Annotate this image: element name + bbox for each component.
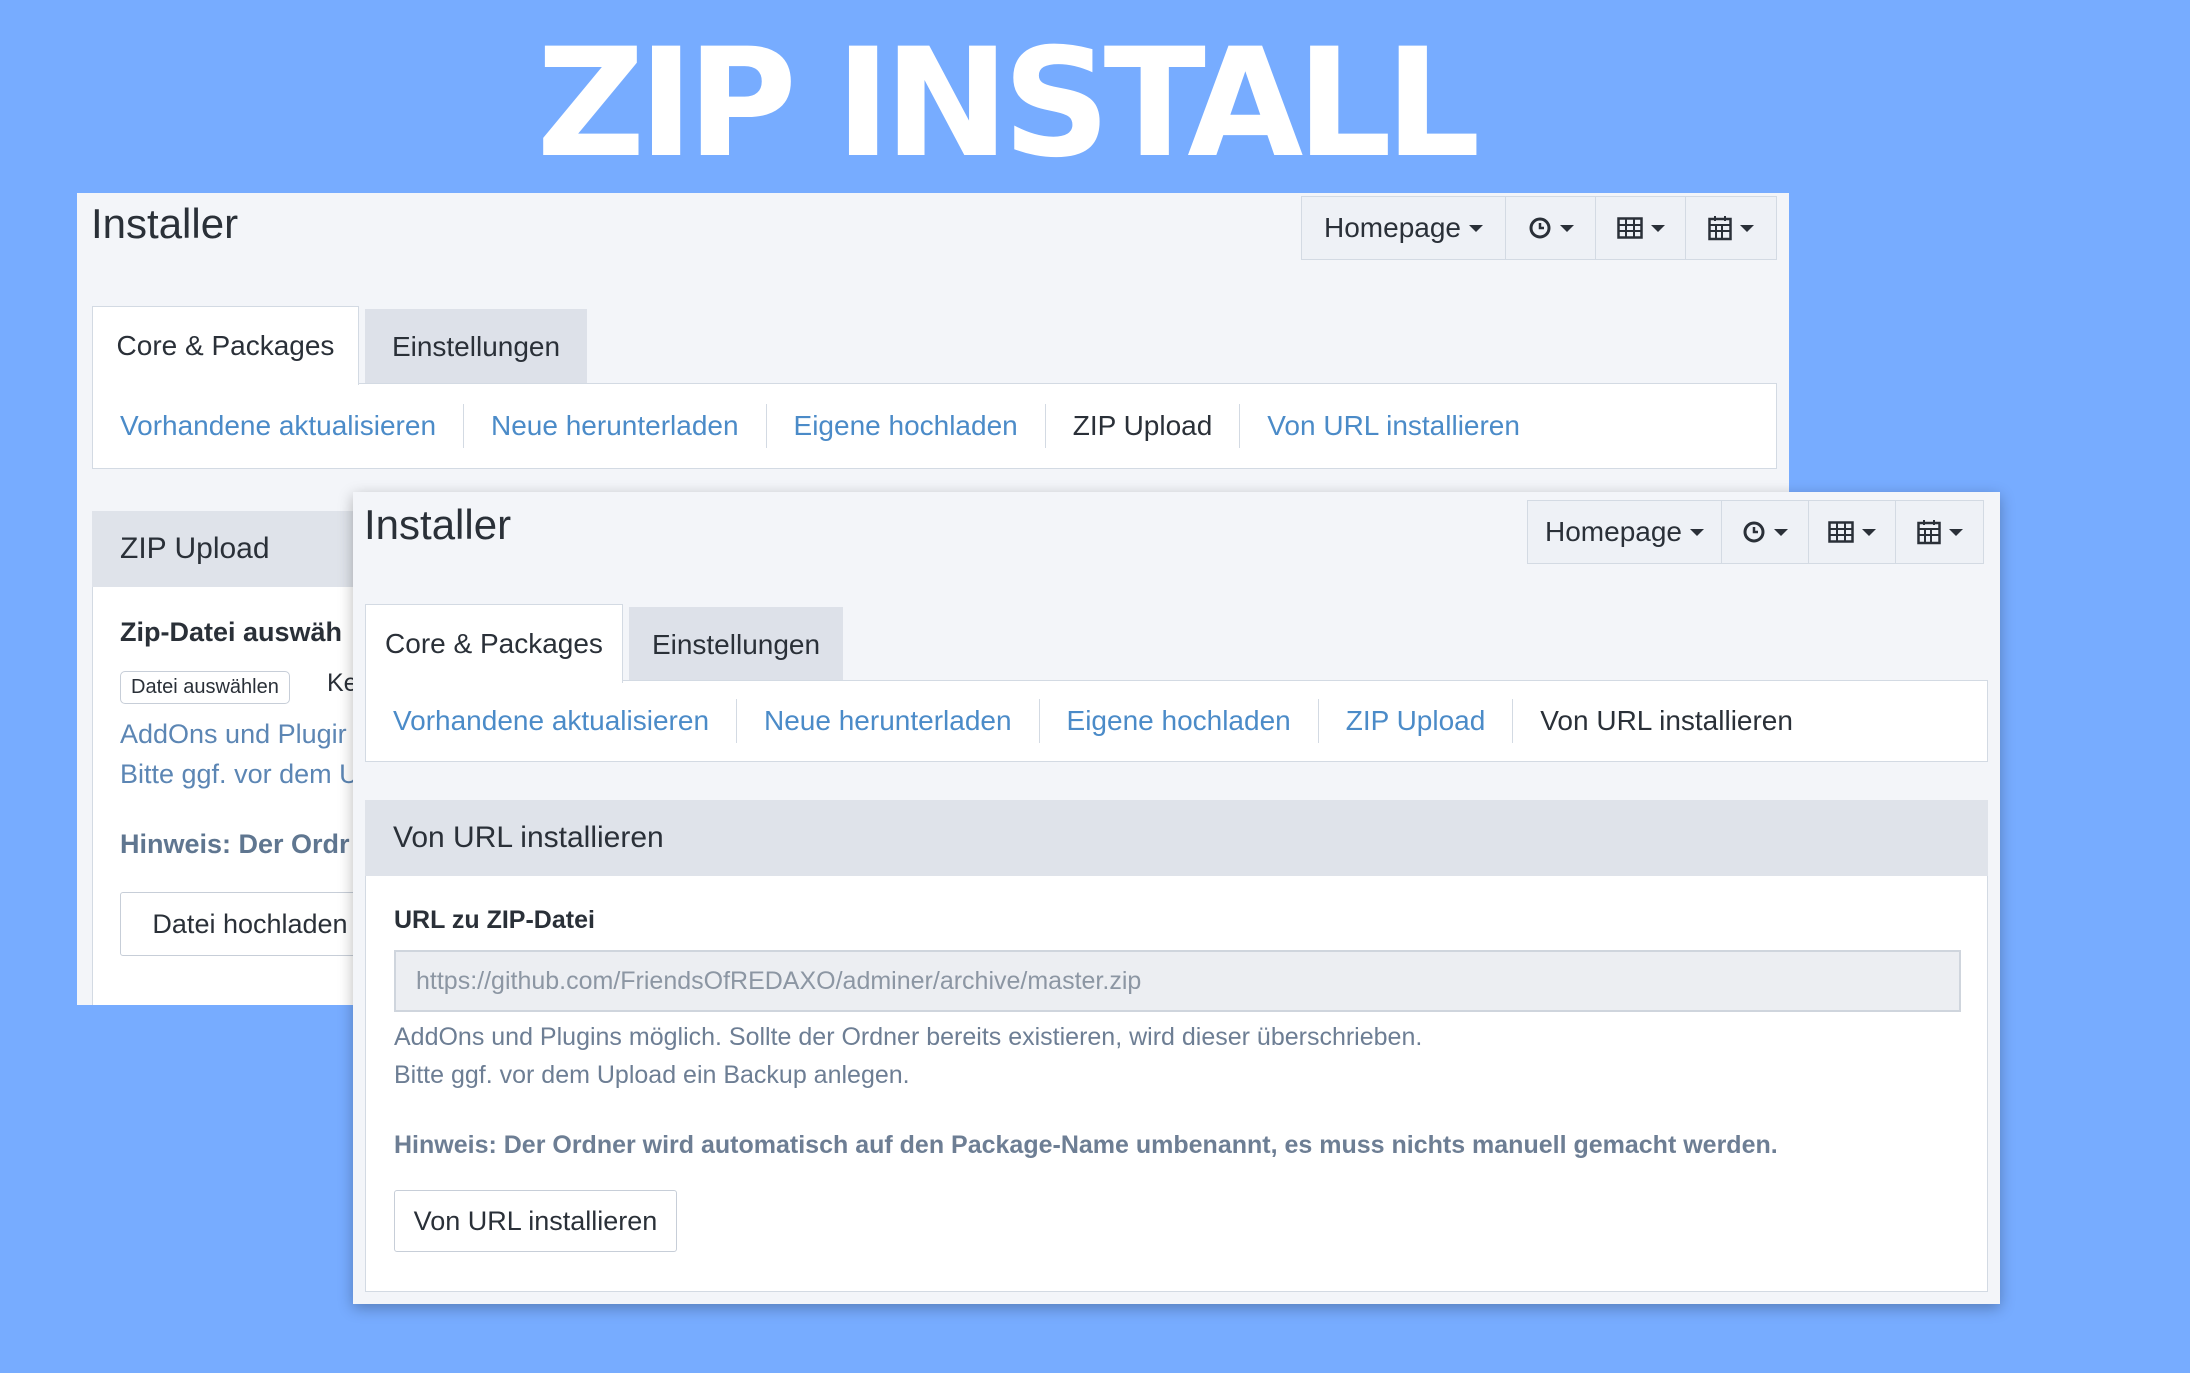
toolbar-button-group: Homepage: [1527, 500, 1984, 564]
subnav-neue-herunterladen[interactable]: Neue herunterladen: [737, 699, 1040, 743]
clock-icon: [1743, 521, 1765, 543]
main-tabs: Core & Packages Einstellungen: [365, 604, 849, 683]
tab-core-packages[interactable]: Core & Packages: [365, 604, 623, 683]
history-dropdown-button[interactable]: [1722, 501, 1809, 563]
installer-subnav: Vorhandene aktualisieren Neue herunterla…: [365, 680, 1988, 762]
panel-heading: Von URL installieren: [365, 800, 1988, 876]
caret-down-icon: [1740, 224, 1754, 232]
caret-down-icon: [1650, 224, 1665, 232]
calendar-icon: [1916, 520, 1941, 545]
caret-down-icon: [1559, 224, 1574, 232]
caret-down-icon: [1948, 528, 1963, 536]
file-choose-button[interactable]: Datei auswählen: [120, 671, 290, 704]
table-dropdown-button[interactable]: [1809, 501, 1896, 563]
toolbar-button-group: Homepage: [1301, 196, 1777, 260]
field-label: URL zu ZIP-Datei: [394, 906, 595, 934]
caret-down-icon: [1468, 224, 1483, 232]
subnav-vorhandene-aktualisieren[interactable]: Vorhandene aktualisieren: [93, 404, 465, 448]
help-text-line2: Bitte ggf. vor dem Upload ein Backup anl…: [394, 1061, 910, 1089]
main-tabs: Core & Packages Einstellungen: [92, 306, 593, 385]
hint-text: Hinweis: Der Ordner wird automatisch auf…: [394, 1131, 1778, 1159]
installer-window-url-install: Installer Homepage Core & Packages Einst…: [353, 492, 2000, 1304]
table-icon: [1616, 217, 1643, 239]
subnav-vorhandene-aktualisieren[interactable]: Vorhandene aktualisieren: [366, 699, 738, 743]
subnav-zip-upload[interactable]: ZIP Upload: [1319, 699, 1514, 743]
install-from-url-button[interactable]: Von URL installieren: [394, 1190, 677, 1252]
table-icon: [1828, 521, 1854, 543]
calendar-dropdown-button[interactable]: [1686, 197, 1776, 259]
help-text-line1: AddOns und Plugins möglich. Sollte der O…: [394, 1023, 1423, 1051]
subnav-eigene-hochladen[interactable]: Eigene hochladen: [1040, 699, 1319, 743]
tab-einstellungen[interactable]: Einstellungen: [365, 309, 587, 385]
hero-title: ZIP INSTALL: [536, 17, 1480, 191]
caret-down-icon: [1774, 528, 1788, 536]
calendar-dropdown-button[interactable]: [1896, 501, 1983, 563]
homepage-label: Homepage: [1324, 212, 1461, 243]
upload-file-button[interactable]: Datei hochladen: [120, 892, 380, 956]
tab-einstellungen[interactable]: Einstellungen: [629, 607, 843, 683]
url-input[interactable]: https://github.com/FriendsOfREDAXO/admin…: [394, 950, 1961, 1012]
subnav-von-url-installieren[interactable]: Von URL installieren: [1240, 404, 1547, 448]
page-title: Installer: [364, 501, 512, 548]
clock-icon: [1529, 217, 1550, 239]
help-text-line1: AddOns und Plugir: [120, 719, 347, 749]
subnav-eigene-hochladen[interactable]: Eigene hochladen: [767, 404, 1046, 448]
page-title: Installer: [91, 200, 239, 247]
field-label: Zip-Datei auswäh: [120, 617, 343, 647]
homepage-label: Homepage: [1545, 516, 1682, 547]
history-dropdown-button[interactable]: [1506, 197, 1596, 259]
calendar-icon: [1708, 216, 1732, 241]
subnav-zip-upload[interactable]: ZIP Upload: [1046, 404, 1241, 448]
hint-text: Hinweis: Der Ordr: [120, 829, 350, 859]
caret-down-icon: [1689, 528, 1704, 536]
homepage-dropdown-button[interactable]: Homepage: [1528, 501, 1722, 563]
homepage-dropdown-button[interactable]: Homepage: [1302, 197, 1506, 259]
panel-body: URL zu ZIP-Datei https://github.com/Frie…: [365, 876, 1988, 1292]
caret-down-icon: [1862, 528, 1876, 536]
help-text-line2: Bitte ggf. vor dem U: [120, 759, 359, 789]
subnav-von-url-installieren[interactable]: Von URL installieren: [1513, 699, 1820, 743]
subnav-neue-herunterladen[interactable]: Neue herunterladen: [464, 404, 767, 448]
table-dropdown-button[interactable]: [1596, 197, 1686, 259]
installer-subnav: Vorhandene aktualisieren Neue herunterla…: [92, 383, 1777, 469]
tab-core-packages[interactable]: Core & Packages: [92, 306, 359, 385]
